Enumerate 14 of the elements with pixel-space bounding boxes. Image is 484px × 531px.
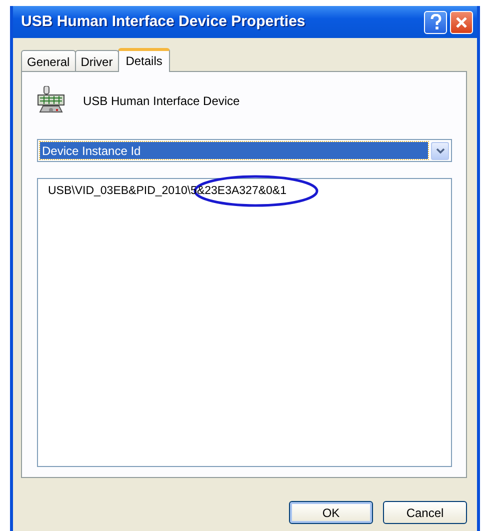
tab[interactable]: Details [118, 48, 170, 72]
dialog-button[interactable]: Cancel [383, 501, 467, 524]
device-name: USB Human Interface Device [83, 93, 240, 110]
dropdown-button[interactable] [431, 142, 449, 160]
property-dropdown[interactable]: Device Instance Id [37, 139, 452, 162]
close-button[interactable] [450, 10, 473, 34]
dialog-button[interactable]: OK [289, 501, 373, 524]
tab[interactable]: General [21, 50, 76, 71]
help-button[interactable] [424, 10, 447, 34]
tab[interactable]: Driver [74, 50, 119, 71]
question-mark-icon [430, 14, 442, 30]
chevron-down-icon [436, 148, 444, 154]
close-icon [455, 16, 468, 28]
window-title: USB Human Interface Device Properties [21, 12, 306, 32]
